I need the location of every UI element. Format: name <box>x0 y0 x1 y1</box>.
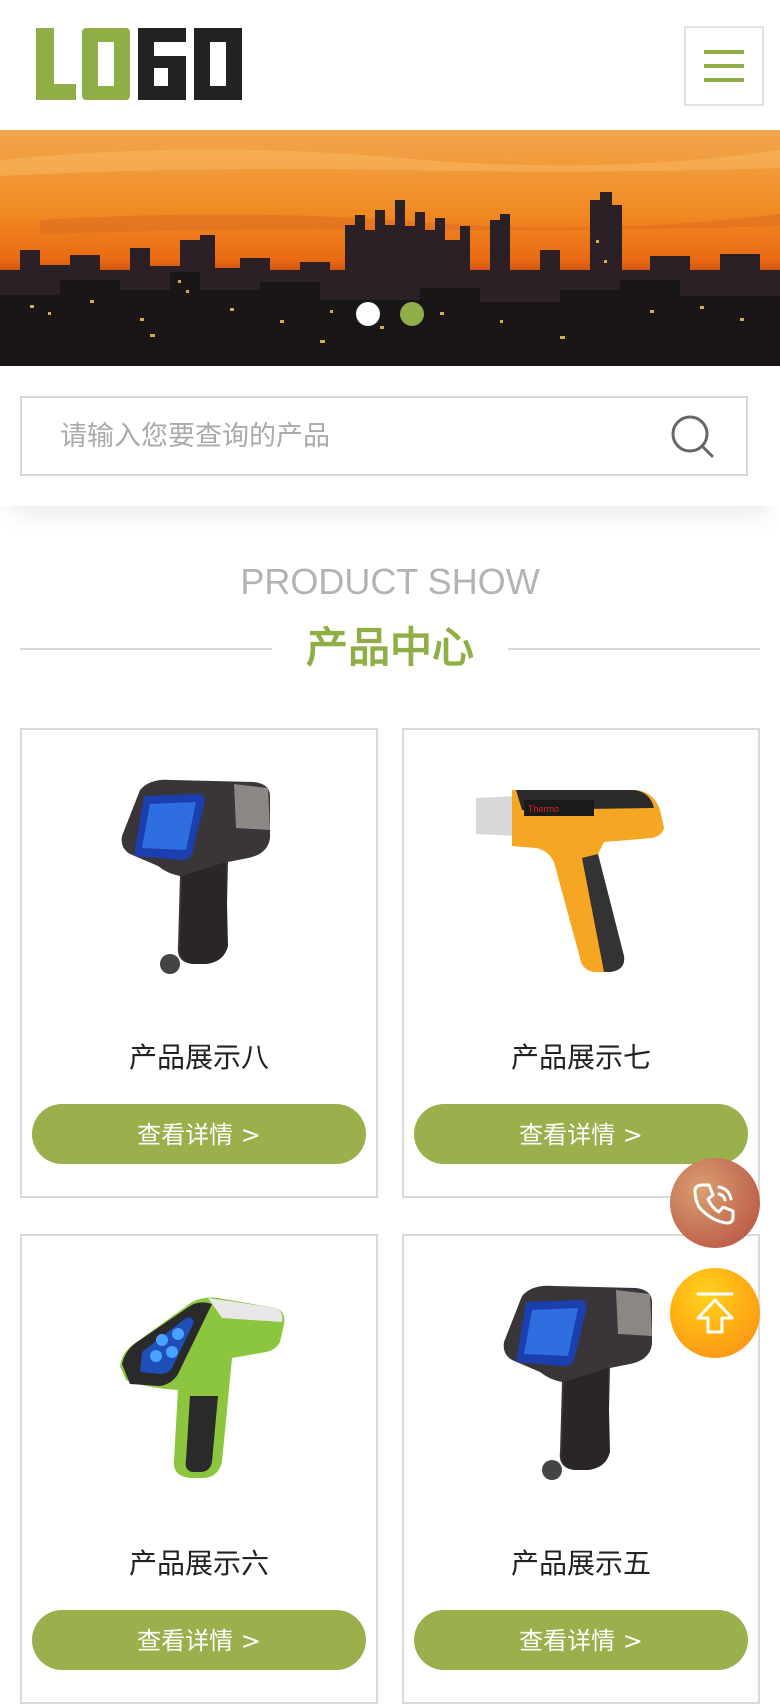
hero-banner[interactable] <box>0 130 780 366</box>
back-to-top-button[interactable] <box>670 1268 760 1358</box>
svg-text:Thermo: Thermo <box>528 804 559 814</box>
product-name: 产品展示七 <box>510 1041 651 1074</box>
call-button[interactable] <box>670 1158 760 1248</box>
product-image-dark-analyzer <box>121 779 271 974</box>
city-skyline-image <box>0 149 780 366</box>
product-card[interactable]: 产品展示六 查看详情 > <box>20 1234 378 1704</box>
product-image-orange-analyzer: Thermo <box>476 790 664 972</box>
search-box <box>20 396 748 476</box>
view-details-button[interactable]: 查看详情 > <box>414 1104 748 1164</box>
product-card[interactable]: 产品展示八 查看详情 > <box>20 728 378 1198</box>
search-input[interactable] <box>58 398 618 474</box>
header <box>0 0 780 130</box>
arrow-up-icon <box>696 1292 734 1334</box>
phone-icon <box>693 1183 735 1225</box>
view-details-button[interactable]: 查看详情 > <box>414 1610 748 1670</box>
divider-line <box>20 648 272 650</box>
pagination-dot[interactable] <box>400 302 424 326</box>
product-name: 产品展示五 <box>510 1547 651 1580</box>
search-icon[interactable] <box>670 414 716 460</box>
product-name: 产品展示八 <box>128 1041 269 1074</box>
hamburger-icon-bar <box>704 78 744 82</box>
section-heading: PRODUCT SHOW 产品中心 <box>0 560 780 672</box>
section-title-en: PRODUCT SHOW <box>240 561 540 602</box>
menu-button[interactable] <box>684 26 764 106</box>
product-name: 产品展示六 <box>128 1547 269 1580</box>
pagination-dot-active[interactable] <box>356 302 380 326</box>
hamburger-icon-bar <box>704 64 744 68</box>
view-details-button[interactable]: 查看详情 > <box>32 1104 366 1164</box>
view-details-button[interactable]: 查看详情 > <box>32 1610 366 1670</box>
product-image-green-analyzer <box>120 1297 285 1478</box>
banner-pagination <box>356 302 424 326</box>
product-card[interactable]: Thermo 产品展示七 查看详情 > <box>402 728 760 1198</box>
divider-line <box>508 648 760 650</box>
section-title-cn: 产品中心 <box>305 623 474 672</box>
search-section <box>0 366 780 506</box>
logo[interactable] <box>36 28 242 100</box>
hamburger-icon-bar <box>704 50 744 54</box>
